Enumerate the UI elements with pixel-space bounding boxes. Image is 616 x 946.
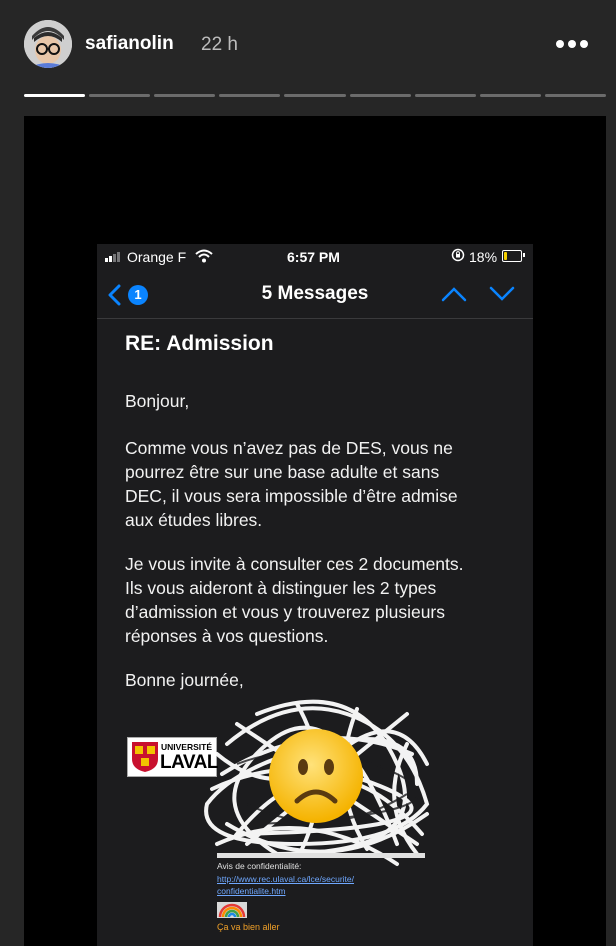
- text-line: Ils vous aideront à distinguer les 2 typ…: [125, 578, 437, 598]
- progress-segment: [544, 94, 606, 97]
- battery-icon: [502, 250, 522, 262]
- status-time: 6:57 PM: [287, 249, 340, 265]
- next-message-button[interactable]: [489, 286, 515, 302]
- text-line: Comme vous n’avez pas de DES, vous ne: [125, 438, 453, 458]
- progress-segment: [284, 94, 346, 97]
- logo-laval-text: LAVAL: [160, 752, 219, 773]
- more-horizontal-icon: [556, 40, 564, 48]
- signature-divider: [217, 853, 425, 858]
- email-closing: Bonne journée,: [125, 670, 244, 690]
- university-logo: UNIVERSITÉ LAVAL: [127, 737, 219, 777]
- progress-segment: [154, 94, 216, 97]
- progress-segment: [219, 94, 281, 97]
- text-line: pourrez être sur une base adulte et sans: [125, 462, 440, 482]
- text-line: d’admission et vous y trouverez plusieur…: [125, 602, 446, 622]
- wifi-icon: [195, 249, 213, 266]
- email-paragraph-2: Je vous invite à consulter ces 2 documen…: [125, 552, 515, 648]
- story-header: safianolin 22 h: [0, 0, 616, 90]
- confidentiality-link[interactable]: http://www.rec.ulaval.ca/lce/securite/: [217, 874, 354, 884]
- username[interactable]: safianolin: [85, 33, 174, 55]
- progress-segment: [479, 94, 541, 97]
- text-line: aux études libres.: [125, 510, 263, 530]
- frowning-face-icon: [269, 729, 363, 823]
- rainbow-icon: [217, 902, 247, 918]
- rotation-lock-icon: [451, 248, 465, 265]
- progress-segment: [89, 94, 151, 97]
- email-greeting: Bonjour,: [125, 391, 190, 411]
- story-media[interactable]: Orange F 6:57 PM 18% 1 5 Messages RE: Ad…: [24, 116, 606, 946]
- confidentiality-label: Avis de confidentialité:: [217, 861, 302, 871]
- progress-segment: [414, 94, 476, 97]
- more-options-button[interactable]: [556, 38, 588, 50]
- signature-tagline: Ça va bien aller: [217, 922, 280, 932]
- email-paragraph-1: Comme vous n’avez pas de DES, vous ne po…: [125, 436, 515, 532]
- mail-navigation-bar: 1 5 Messages: [97, 270, 533, 319]
- text-line: Je vous invite à consulter ces 2 documen…: [125, 554, 464, 574]
- story-progress-bar: [24, 94, 606, 98]
- previous-message-button[interactable]: [441, 286, 467, 302]
- battery-percent: 18%: [469, 249, 498, 265]
- signal-icon: [105, 252, 120, 262]
- email-subject: RE: Admission: [125, 332, 274, 355]
- email-screenshot: Orange F 6:57 PM 18% 1 5 Messages RE: Ad…: [97, 244, 533, 946]
- post-timestamp: 22 h: [201, 34, 238, 55]
- phone-status-bar: Orange F 6:57 PM 18%: [97, 244, 533, 270]
- confidentiality-link-continued[interactable]: confidentialite.htm: [217, 886, 286, 896]
- thread-title: 5 Messages: [261, 283, 369, 304]
- crest-icon: [132, 742, 158, 772]
- avatar[interactable]: [24, 20, 72, 68]
- progress-segment: [24, 94, 86, 97]
- text-line: DEC, il vous sera impossible d’être admi…: [125, 486, 458, 506]
- text-line: réponses à vos questions.: [125, 626, 329, 646]
- logo-university-text: UNIVERSITÉ: [161, 742, 213, 752]
- carrier-name: Orange F: [127, 249, 187, 265]
- progress-segment: [349, 94, 411, 97]
